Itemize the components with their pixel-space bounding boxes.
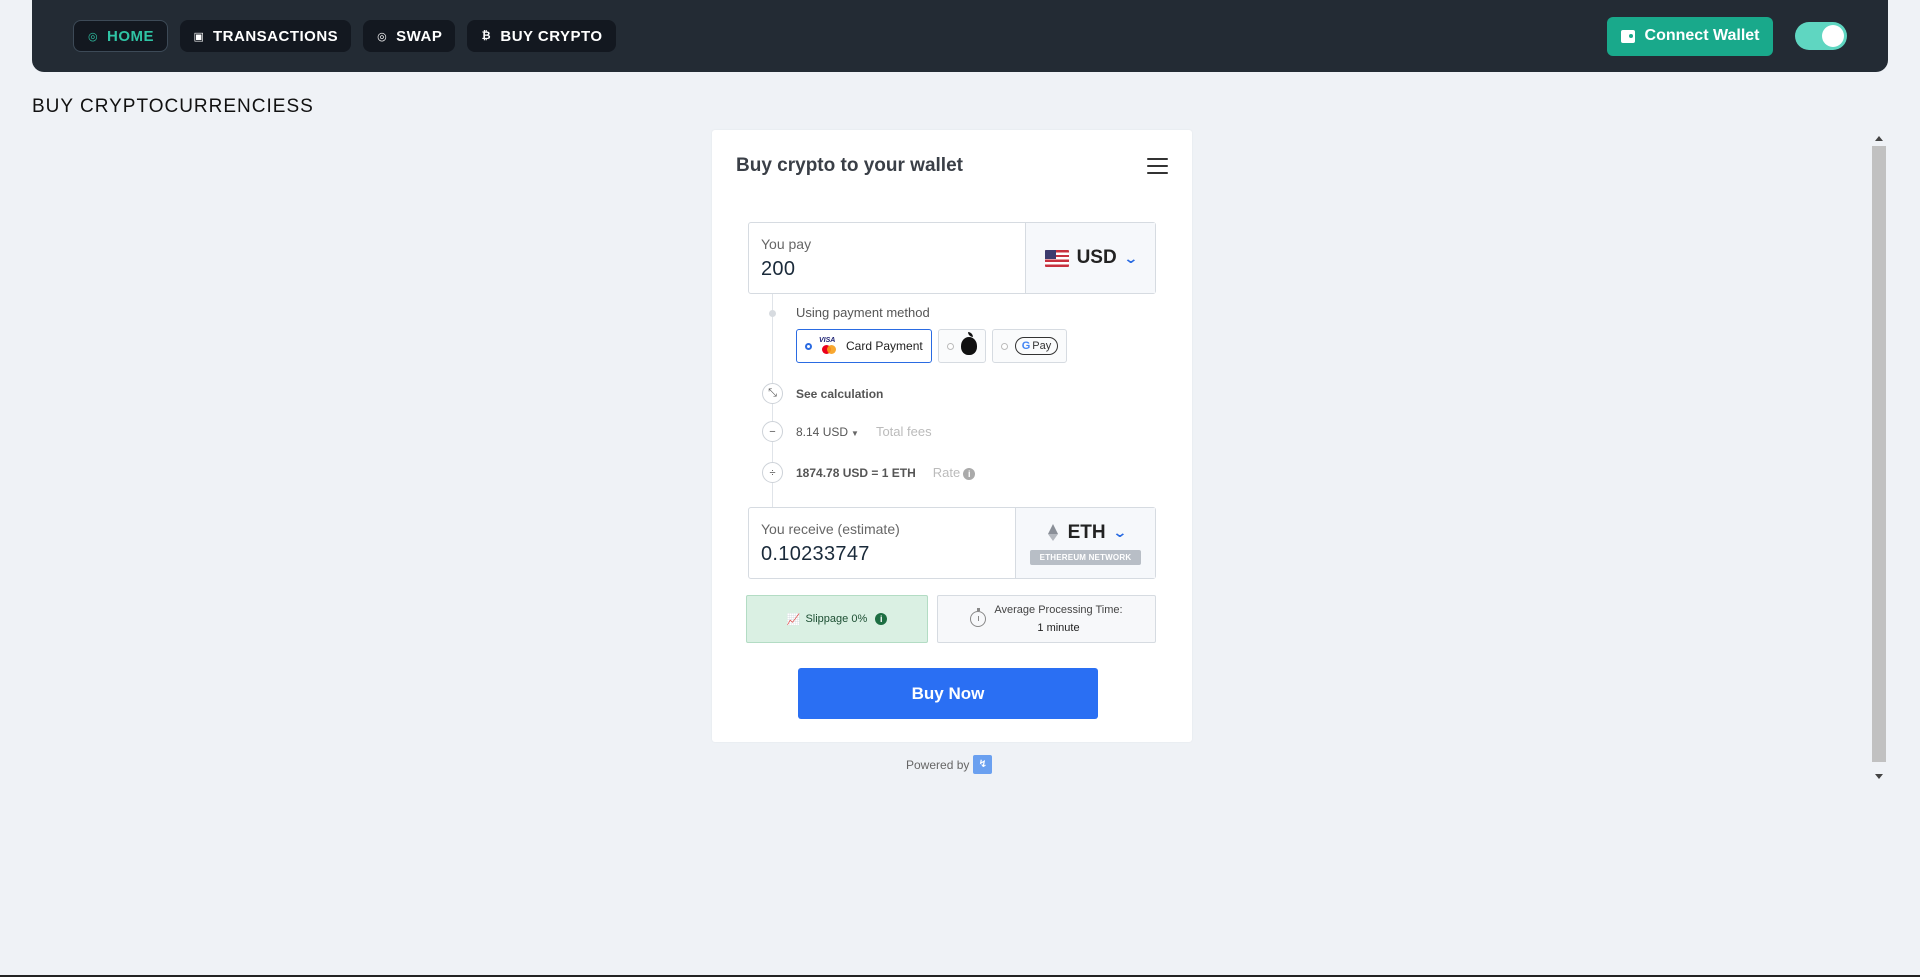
home-coin-icon: ◎: [87, 30, 99, 43]
nav-transactions-label: TRANSACTIONS: [213, 27, 339, 45]
powered-by: Powered by ↯: [906, 755, 993, 774]
visa-mastercard-icon: VISA: [819, 337, 839, 355]
chart-icon: 📈: [786, 613, 801, 626]
widget-title: Buy crypto to your wallet: [736, 155, 963, 176]
provider-logo-icon[interactable]: ↯: [973, 755, 993, 774]
connect-wallet-button[interactable]: Connect Wallet: [1607, 16, 1773, 56]
powered-by-label: Powered by: [906, 757, 970, 772]
radio-unselected[interactable]: [1000, 342, 1008, 350]
radio-unselected[interactable]: [946, 342, 954, 350]
google-pay-icon: G Pay: [1014, 337, 1059, 355]
payment-method-card[interactable]: VISA Card Payment: [796, 329, 932, 363]
info-icon[interactable]: i: [963, 468, 976, 480]
pay-label: You pay: [761, 236, 812, 252]
info-icon[interactable]: i: [875, 613, 888, 625]
receive-output-area: You receive (estimate) 0.10233747: [749, 508, 1015, 578]
see-calculation-label: See calculation: [796, 386, 884, 401]
processing-text: Average Processing Time: 1 minute: [994, 601, 1122, 637]
receive-amount-box: You receive (estimate) 0.10233747 ETH ⌄ …: [748, 507, 1156, 579]
minus-icon: −: [762, 421, 783, 442]
chevron-down-icon: ⌄: [1122, 249, 1139, 266]
payment-method-label: Using payment method: [796, 305, 930, 320]
payment-method-apple-pay[interactable]: [937, 329, 986, 363]
buy-crypto-widget: Buy crypto to your wallet You pay 200 US…: [712, 130, 1192, 742]
card-payment-label: Card Payment: [846, 339, 923, 353]
connect-wallet-label: Connect Wallet: [1644, 27, 1760, 44]
chevron-down-icon: ⌄: [1111, 524, 1128, 540]
timeline-dot: [769, 310, 776, 317]
scroll-up-arrow-icon[interactable]: [1875, 136, 1883, 141]
ethereum-icon: [1046, 523, 1060, 542]
nav-transactions-button[interactable]: ▣ TRANSACTIONS: [180, 20, 352, 52]
receive-amount: 0.10233747: [761, 543, 870, 565]
divide-icon: ÷: [762, 462, 783, 483]
radio-selected[interactable]: [805, 342, 812, 350]
apple-icon: [960, 332, 977, 355]
scrollbar-thumb[interactable]: [1872, 146, 1886, 762]
nav-buy-crypto-button[interactable]: ₿ BUY CRYPTO: [467, 20, 616, 52]
nav-swap-label: SWAP: [396, 27, 443, 45]
us-flag-icon: [1044, 249, 1069, 267]
toggle-knob: [1822, 25, 1844, 47]
wallet-icon: ▣: [193, 30, 205, 43]
theme-toggle[interactable]: [1795, 22, 1847, 50]
nav-swap-button[interactable]: ◎ SWAP: [363, 20, 456, 52]
page-title: BUY CRYPTOCURRENCIESS: [32, 96, 314, 117]
rate-label: Rate i: [933, 465, 976, 480]
collapse-arrows-icon: ⤡: [762, 383, 783, 404]
receive-label: You receive (estimate): [761, 521, 900, 537]
wallet-icon: [1620, 29, 1635, 43]
receive-currency-select[interactable]: ETH ⌄ ETHEREUM NETWORK: [1015, 508, 1155, 578]
processing-time-box: Average Processing Time: 1 minute: [937, 595, 1156, 643]
processing-label: Average Processing Time:: [994, 604, 1123, 616]
pay-input-area[interactable]: You pay 200: [749, 223, 1025, 293]
pay-currency-select[interactable]: USD ⌄: [1025, 223, 1155, 293]
bitcoin-icon: ₿: [481, 30, 492, 42]
receive-currency-code: ETH: [1067, 521, 1106, 543]
nav-home-label: HOME: [107, 27, 154, 45]
slippage-badge: 📈 Slippage 0% i: [746, 595, 928, 643]
navbar-right: Connect Wallet: [1607, 16, 1847, 56]
payment-method-options: VISA Card Payment G Pay: [796, 329, 1068, 363]
widget-scrollbar[interactable]: [1872, 136, 1886, 779]
google-pay-label: Pay: [1032, 340, 1052, 352]
payment-method-google-pay[interactable]: G Pay: [991, 329, 1068, 363]
hamburger-menu-icon[interactable]: [1147, 158, 1168, 174]
pay-amount-box: You pay 200 USD ⌄: [748, 222, 1156, 294]
widget-header: Buy crypto to your wallet: [736, 154, 1168, 178]
rate-value: 1874.78 USD = 1 ETH: [796, 465, 916, 480]
stopwatch-icon: [970, 608, 987, 627]
fees-row: − 8.14 USD ▼ Total fees: [762, 421, 932, 442]
pay-amount-input[interactable]: 200: [761, 258, 1013, 281]
buy-now-button[interactable]: Buy Now: [798, 668, 1098, 719]
pay-currency-code: USD: [1076, 247, 1117, 268]
scroll-down-arrow-icon[interactable]: [1875, 774, 1883, 779]
see-calculation-row[interactable]: ⤡ See calculation: [762, 383, 883, 404]
caret-down-icon: ▼: [851, 428, 859, 438]
nav-home-button[interactable]: ◎ HOME: [73, 20, 168, 52]
network-badge: ETHEREUM NETWORK: [1029, 549, 1142, 565]
fees-label: Total fees: [875, 424, 932, 439]
top-navbar: ◎ HOME ▣ TRANSACTIONS ◎ SWAP ₿ BUY CRYPT…: [32, 0, 1888, 72]
swap-icon: ◎: [377, 30, 388, 43]
nav-buy-crypto-label: BUY CRYPTO: [500, 27, 603, 45]
rate-row: ÷ 1874.78 USD = 1 ETH Rate i: [762, 462, 976, 483]
processing-value: 1 minute: [1037, 622, 1080, 634]
eth-row: ETH ⌄: [1046, 521, 1128, 544]
slippage-label: Slippage 0%: [805, 613, 868, 625]
fees-value[interactable]: 8.14 USD ▼: [796, 425, 859, 439]
